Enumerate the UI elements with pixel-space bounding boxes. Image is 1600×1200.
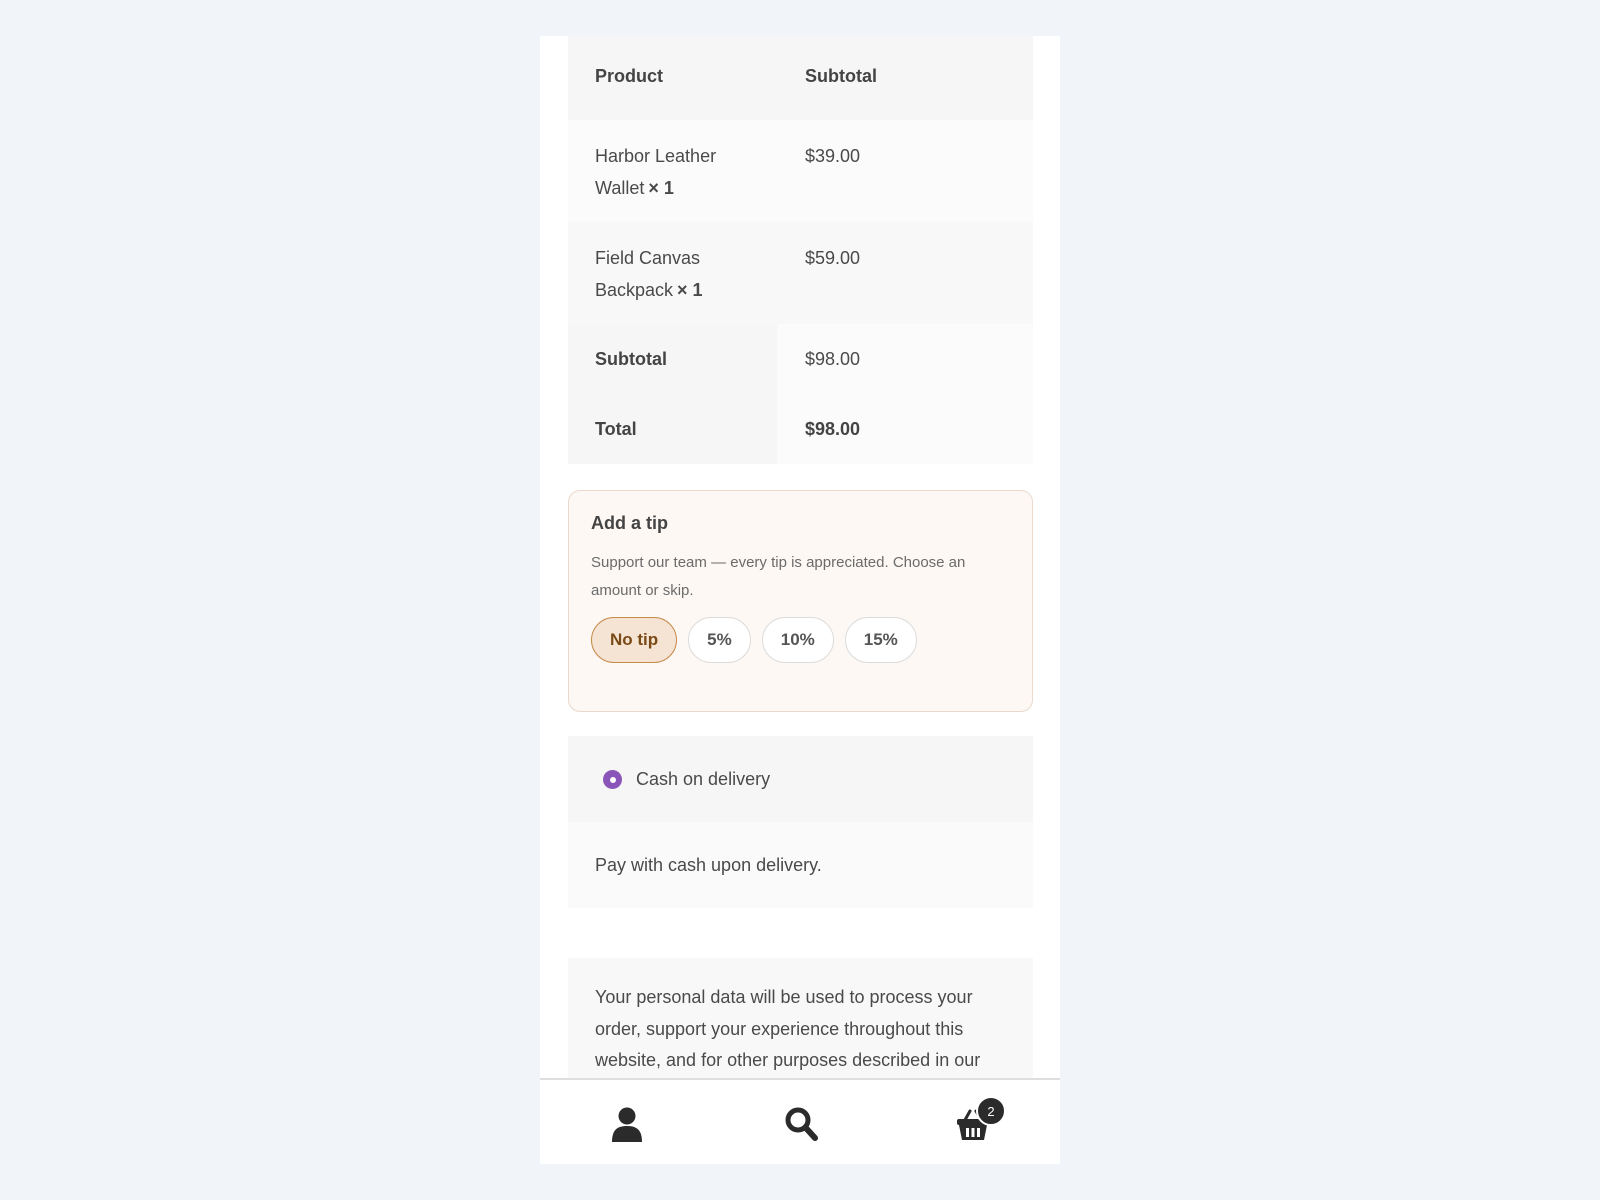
product-name: Field Canvas Backpack × 1 (595, 242, 745, 306)
table-row: Harbor Leather Wallet × 1 $39.00 (568, 120, 1033, 222)
product-subtotal: $39.00 (805, 146, 861, 166)
tip-title: Add a tip (591, 513, 668, 533)
user-icon-graphic (612, 1107, 642, 1142)
cart-count-badge: 2 (976, 1096, 1006, 1126)
tip-option-10[interactable]: 10% (761, 617, 834, 663)
cart-subtotal-row: Subtotal $98.00 (568, 324, 1033, 394)
payment-method-cod[interactable]: Cash on delivery (568, 736, 1033, 822)
tip-option-none[interactable]: No tip (591, 617, 678, 663)
payment-method-description: Pay with cash upon delivery. (595, 855, 822, 875)
payment-radio[interactable] (603, 770, 622, 789)
payment-method-label[interactable]: Cash on delivery (636, 764, 770, 794)
total-value: $98.00 (805, 419, 861, 439)
total-label: Total (595, 419, 637, 439)
product-name: Harbor Leather Wallet × 1 (595, 140, 745, 204)
product-column-header: Product (595, 66, 664, 86)
order-total-row: Total $98.00 (568, 394, 1033, 464)
tip-option-15[interactable]: 15% (844, 617, 917, 663)
phone-viewport: Product Subtotal Harbor Leather Wallet × … (540, 36, 1060, 1164)
search-icon[interactable] (784, 1106, 818, 1142)
privacy-policy-text: Your personal data will be used to proce… (595, 987, 981, 1070)
product-quantity: × 1 (677, 280, 703, 300)
tip-panel: Add a tip Support our team — every tip i… (568, 490, 1033, 712)
privacy-policy-notice: Your personal data will be used to proce… (568, 958, 1033, 1078)
payment-method-description-box: Pay with cash upon delivery. (568, 822, 1033, 908)
tip-options: No tip 5% 10% 15% (591, 617, 917, 663)
table-row: Field Canvas Backpack × 1 $59.00 (568, 222, 1033, 324)
product-subtotal: $59.00 (805, 248, 861, 268)
subtotal-value: $98.00 (805, 349, 861, 369)
checkout-scroll-area[interactable]: Product Subtotal Harbor Leather Wallet × … (540, 36, 1060, 1078)
user-icon[interactable] (610, 1106, 644, 1142)
order-review-table: Product Subtotal Harbor Leather Wallet × … (568, 36, 1033, 464)
product-quantity: × 1 (648, 178, 674, 198)
subtotal-column-header: Subtotal (805, 66, 877, 86)
tip-option-5[interactable]: 5% (688, 617, 751, 663)
tip-description: Support our team — every tip is apprecia… (591, 554, 966, 599)
search-icon-graphic (785, 1107, 818, 1141)
subtotal-label: Subtotal (595, 349, 667, 369)
table-header-row: Product Subtotal (568, 36, 1033, 120)
bottom-navigation-bar: 2 (540, 1078, 1060, 1164)
